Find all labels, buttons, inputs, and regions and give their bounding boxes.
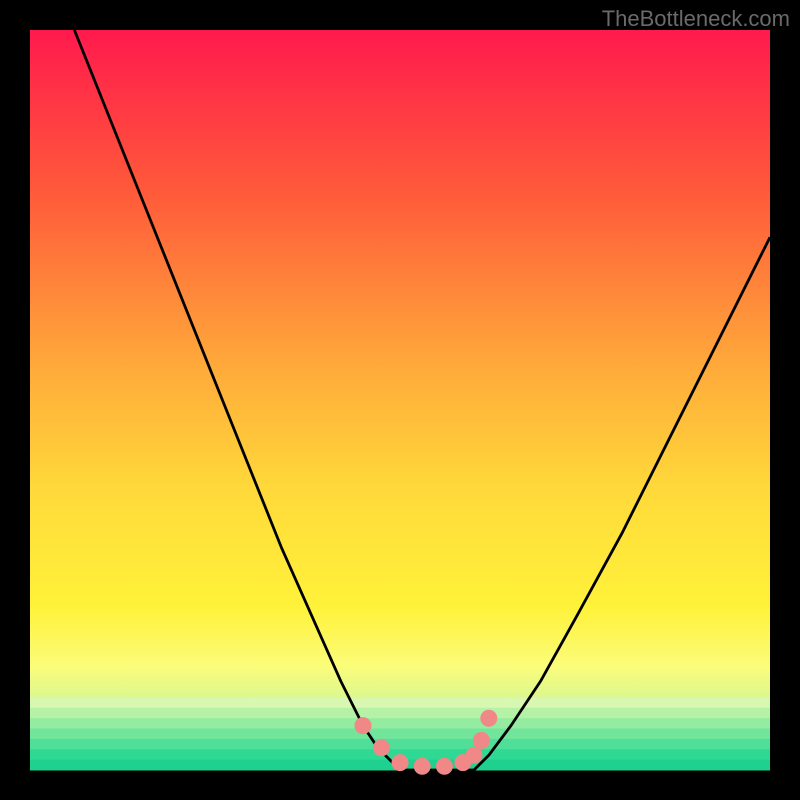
green-band	[30, 697, 770, 708]
bottleneck-curve-chart	[0, 0, 800, 800]
highlight-marker	[414, 758, 430, 774]
green-band	[30, 708, 770, 719]
highlight-marker	[466, 747, 482, 763]
highlight-marker	[392, 755, 408, 771]
highlight-marker	[374, 740, 390, 756]
plot-background	[30, 30, 770, 770]
watermark-text: TheBottleneck.com	[602, 6, 790, 32]
green-band	[30, 718, 770, 729]
highlight-marker	[436, 758, 452, 774]
green-band	[30, 729, 770, 740]
highlight-marker	[355, 718, 371, 734]
highlight-marker	[481, 710, 497, 726]
highlight-marker	[473, 732, 489, 748]
green-band	[30, 739, 770, 750]
chart-container: TheBottleneck.com	[0, 0, 800, 800]
